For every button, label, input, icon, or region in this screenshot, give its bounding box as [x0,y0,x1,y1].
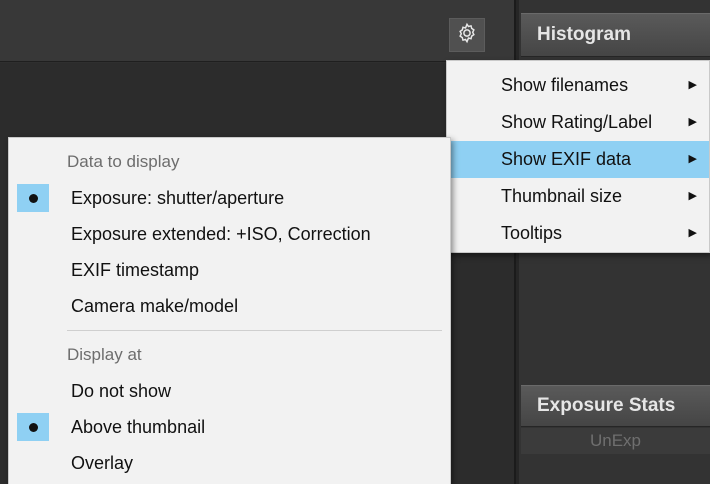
exposure-stats-panel-header[interactable]: Exposure Stats [521,385,710,427]
unexp-label: UnExp [521,428,710,454]
option-exposure-shutter-aperture[interactable]: Exposure: shutter/aperture [9,180,450,216]
option-label: Above thumbnail [71,417,206,437]
option-camera-make-model[interactable]: Camera make/model [9,288,450,324]
submenu-arrow-icon: ▶ [688,227,697,239]
menu-item-show-exif-data[interactable]: Show EXIF data ▶ [447,141,709,178]
option-label: Exposure extended: +ISO, Correction [71,224,371,244]
option-overlay[interactable]: Overlay [9,445,450,481]
menu-item-show-filenames[interactable]: Show filenames ▶ [447,67,709,104]
menu-item-label: Thumbnail size [501,186,623,206]
option-exposure-extended[interactable]: Exposure extended: +ISO, Correction [9,216,450,252]
section-heading-data-to-display: Data to display [67,152,180,171]
exposure-stats-title: Exposure Stats [537,395,676,416]
top-toolbar [0,0,514,62]
gear-icon [456,22,478,49]
menu-item-label: Tooltips [501,223,563,243]
view-options-menu: Show filenames ▶ Show Rating/Label ▶ Sho… [446,60,710,253]
menu-separator [67,330,442,331]
option-label: Do not show [71,381,172,401]
histogram-panel-header[interactable]: Histogram [521,13,710,57]
option-above-thumbnail[interactable]: Above thumbnail [9,409,450,445]
menu-item-thumbnail-size[interactable]: Thumbnail size ▶ [447,178,709,215]
option-label: Exposure: shutter/aperture [71,188,285,208]
menu-item-label: Show Rating/Label [501,112,653,132]
option-label: Camera make/model [71,296,239,316]
submenu-arrow-icon: ▶ [688,116,697,128]
option-label: Overlay [71,453,134,473]
exif-data-submenu: Data to display Exposure: shutter/apertu… [8,137,451,484]
menu-item-tooltips[interactable]: Tooltips ▶ [447,215,709,252]
selected-radio-icon [17,413,49,441]
menu-item-show-rating-label[interactable]: Show Rating/Label ▶ [447,104,709,141]
option-label: EXIF timestamp [71,260,200,280]
option-exif-timestamp[interactable]: EXIF timestamp [9,252,450,288]
menu-item-label: Show EXIF data [501,149,632,169]
submenu-arrow-icon: ▶ [688,153,697,165]
histogram-title: Histogram [537,24,631,45]
submenu-arrow-icon: ▶ [688,190,697,202]
settings-button[interactable] [449,18,485,52]
section-heading-display-at: Display at [67,345,142,364]
option-do-not-show[interactable]: Do not show [9,373,450,409]
menu-item-label: Show filenames [501,75,629,95]
selected-radio-icon [17,184,49,212]
submenu-arrow-icon: ▶ [688,79,697,91]
